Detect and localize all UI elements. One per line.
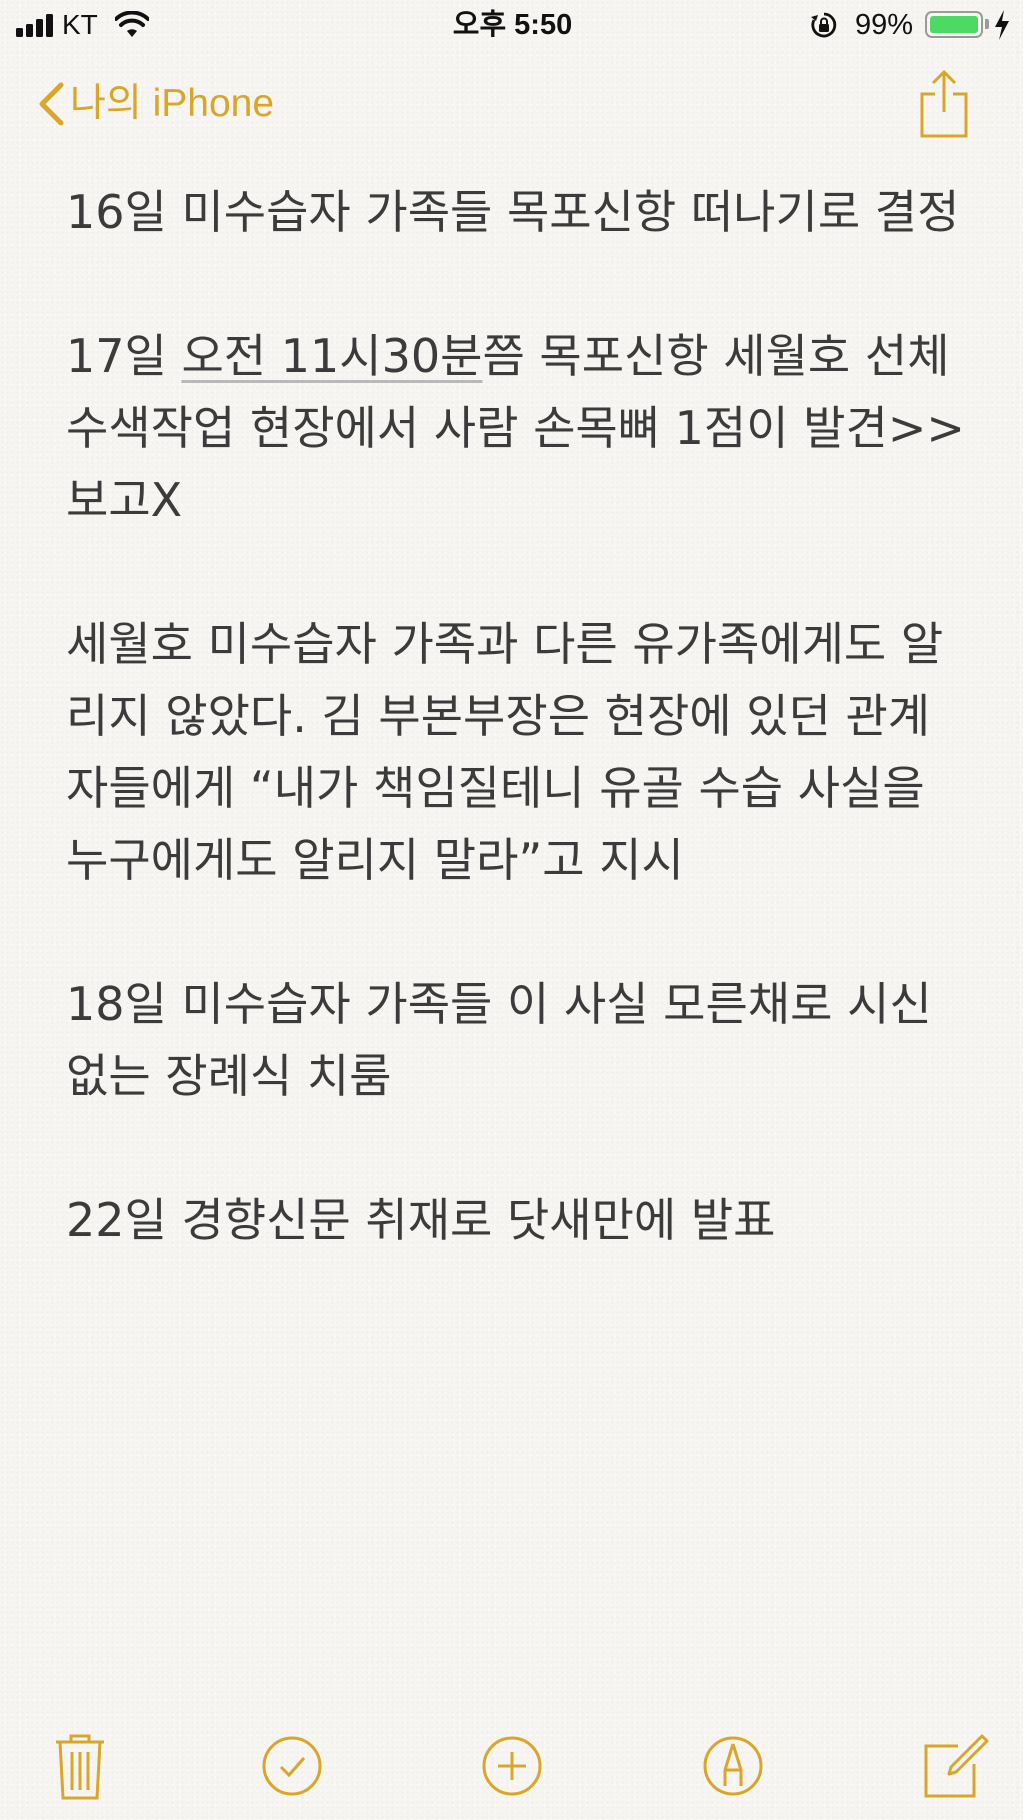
note-paragraph: 16일 미수습자 가족들 목포신항 떠나기로 결정	[66, 185, 960, 239]
add-button[interactable]	[474, 1728, 550, 1804]
back-button-label: 나의 iPhone	[70, 82, 275, 125]
battery-icon	[925, 11, 983, 38]
trash-icon	[56, 1734, 104, 1800]
battery-level-fill	[930, 16, 978, 33]
battery-cap	[985, 19, 989, 29]
status-bar: KT 오후 5:50 99%	[0, 0, 1023, 52]
share-icon	[920, 69, 968, 138]
carrier-name: KT	[62, 9, 98, 40]
battery-percent: 99%	[855, 9, 914, 41]
note-paragraph: 22일 경향신문 취재로 닷새만에 발표	[66, 1193, 776, 1247]
share-button[interactable]	[918, 68, 970, 140]
markup-button[interactable]	[695, 1728, 771, 1804]
checklist-button[interactable]	[254, 1728, 330, 1804]
add-icon	[482, 1736, 542, 1796]
detected-date-link[interactable]: 오전 11시30분	[181, 329, 482, 383]
delete-button[interactable]	[42, 1728, 118, 1804]
compose-icon	[924, 1734, 989, 1798]
chevron-left-icon	[39, 82, 64, 126]
bottom-toolbar	[0, 1728, 1023, 1804]
charging-bolt-icon	[995, 10, 1009, 40]
checklist-icon	[262, 1736, 322, 1796]
compose-button[interactable]	[916, 1728, 992, 1804]
rotation-lock-icon	[811, 12, 837, 38]
note-text: 17일	[66, 329, 182, 383]
markup-pen-icon	[703, 1736, 763, 1796]
note-paragraph: 17일 오전 11시30분쯤 목포신항 세월호 선체 수색작업 현장에서 사람 …	[66, 320, 966, 536]
cellular-signal-icon	[16, 13, 56, 37]
note-paragraph: 세월호 미수습자 가족과 다른 유가족에게도 알리지 않았다. 김 부본부장은 …	[66, 617, 944, 887]
note-paragraph: 18일 미수습자 가족들 이 사실 모른채로 시신 없는 장례식 치룸	[66, 977, 932, 1103]
status-time: 오후 5:50	[452, 9, 573, 41]
wifi-icon	[115, 11, 149, 37]
note-body[interactable]: 16일 미수습자 가족들 목포신항 떠나기로 결정 17일 오전 11시30분쯤…	[66, 176, 966, 1328]
back-button[interactable]: 나의 iPhone	[36, 78, 274, 130]
